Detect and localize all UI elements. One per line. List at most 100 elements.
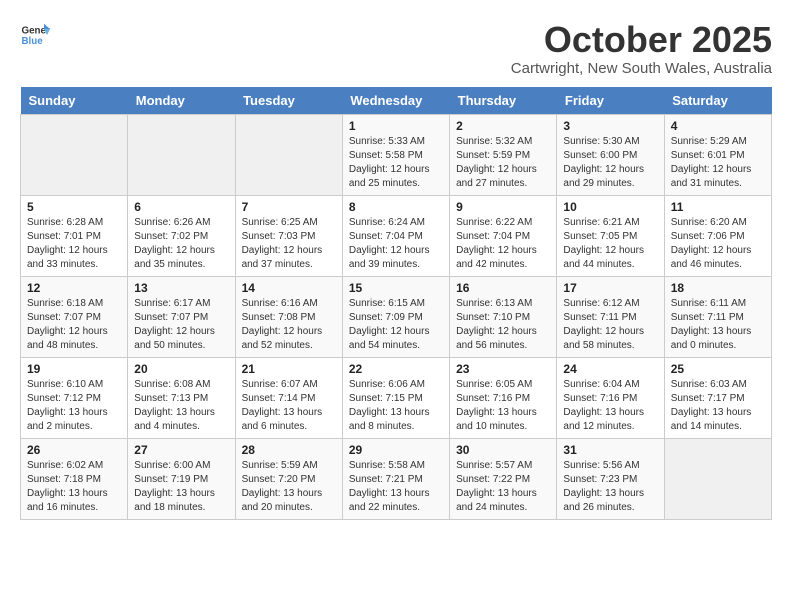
header-monday: Monday [128, 87, 235, 115]
day-cell: 30 Sunrise: 5:57 AM Sunset: 7:22 PM Dayli… [450, 438, 557, 519]
day-number: 31 [563, 443, 657, 457]
header-row: SundayMondayTuesdayWednesdayThursdayFrid… [21, 87, 772, 115]
header-friday: Friday [557, 87, 664, 115]
day-number: 7 [242, 200, 336, 214]
day-cell: 2Sunrise: 5:32 AM Sunset: 5:59 PM Daylig… [450, 114, 557, 195]
day-cell: 21Sunrise: 6:07 AM Sunset: 7:14 PM Dayli… [235, 357, 342, 438]
day-number: 13 [134, 281, 228, 295]
header-sunday: Sunday [21, 87, 128, 115]
day-number: 12 [27, 281, 121, 295]
day-info: Sunrise: 5:32 AM Sunset: 5:59 PM Dayligh… [456, 135, 550, 191]
day-info: Sunrise: 6:22 AM Sunset: 7:04 PM Dayligh… [456, 216, 550, 272]
day-number: 17 [563, 281, 657, 295]
week-row-2: 5Sunrise: 6:28 AM Sunset: 7:01 PM Daylig… [21, 195, 772, 276]
day-cell: 16Sunrise: 6:13 AM Sunset: 7:10 PM Dayli… [450, 276, 557, 357]
day-cell [21, 114, 128, 195]
week-row-4: 19 Sunrise: 6:10 AM Sunset: 7:12 PM Dayli… [21, 357, 772, 438]
day-info: Sunrise: 5:29 AM Sunset: 6:01 PM Dayligh… [671, 135, 765, 191]
day-number: 4 [671, 119, 765, 133]
day-number: 11 [671, 200, 765, 214]
day-number: 9 [456, 200, 550, 214]
day-number: 6 [134, 200, 228, 214]
day-cell: 9 Sunrise: 6:22 AM Sunset: 7:04 PM Daylig… [450, 195, 557, 276]
page-header: General Blue October 2025 Cartwright, Ne… [20, 20, 772, 77]
day-info: Sunrise: 6:05 AM Sunset: 7:16 PM Dayligh… [456, 378, 550, 434]
day-info: Sunrise: 6:26 AM Sunset: 7:02 PM Dayligh… [134, 216, 228, 272]
day-cell: 17Sunrise: 6:12 AM Sunset: 7:11 PM Dayli… [557, 276, 664, 357]
day-cell: 14 Sunrise: 6:16 AM Sunset: 7:08 PM Dayli… [235, 276, 342, 357]
day-info: Sunrise: 6:21 AM Sunset: 7:05 PM Dayligh… [563, 216, 657, 272]
day-info: Sunrise: 6:10 AM Sunset: 7:12 PM Dayligh… [27, 378, 121, 434]
header-wednesday: Wednesday [342, 87, 449, 115]
day-info: Sunrise: 6:00 AM Sunset: 7:19 PM Dayligh… [134, 459, 228, 515]
day-number: 26 [27, 443, 121, 457]
day-info: Sunrise: 6:04 AM Sunset: 7:16 PM Dayligh… [563, 378, 657, 434]
day-number: 16 [456, 281, 550, 295]
day-number: 25 [671, 362, 765, 376]
svg-text:Blue: Blue [22, 36, 44, 47]
day-cell: 6 Sunrise: 6:26 AM Sunset: 7:02 PM Daylig… [128, 195, 235, 276]
day-info: Sunrise: 5:30 AM Sunset: 6:00 PM Dayligh… [563, 135, 657, 191]
day-cell: 15Sunrise: 6:15 AM Sunset: 7:09 PM Dayli… [342, 276, 449, 357]
day-info: Sunrise: 6:08 AM Sunset: 7:13 PM Dayligh… [134, 378, 228, 434]
month-title: October 2025 [511, 20, 772, 60]
day-number: 28 [242, 443, 336, 457]
day-cell: 23Sunrise: 6:05 AM Sunset: 7:16 PM Dayli… [450, 357, 557, 438]
header-thursday: Thursday [450, 87, 557, 115]
day-cell: 4 Sunrise: 5:29 AM Sunset: 6:01 PM Daylig… [664, 114, 771, 195]
day-cell: 19 Sunrise: 6:10 AM Sunset: 7:12 PM Dayli… [21, 357, 128, 438]
day-number: 1 [349, 119, 443, 133]
day-info: Sunrise: 5:57 AM Sunset: 7:22 PM Dayligh… [456, 459, 550, 515]
day-info: Sunrise: 6:16 AM Sunset: 7:08 PM Dayligh… [242, 297, 336, 353]
day-number: 24 [563, 362, 657, 376]
day-cell: 24 Sunrise: 6:04 AM Sunset: 7:16 PM Dayli… [557, 357, 664, 438]
day-info: Sunrise: 6:02 AM Sunset: 7:18 PM Dayligh… [27, 459, 121, 515]
day-cell: 27 Sunrise: 6:00 AM Sunset: 7:19 PM Dayli… [128, 438, 235, 519]
day-cell: 3 Sunrise: 5:30 AM Sunset: 6:00 PM Daylig… [557, 114, 664, 195]
day-number: 19 [27, 362, 121, 376]
day-info: Sunrise: 6:28 AM Sunset: 7:01 PM Dayligh… [27, 216, 121, 272]
day-cell: 1 Sunrise: 5:33 AM Sunset: 5:58 PM Daylig… [342, 114, 449, 195]
day-number: 29 [349, 443, 443, 457]
day-cell: 29 Sunrise: 5:58 AM Sunset: 7:21 PM Dayli… [342, 438, 449, 519]
day-number: 3 [563, 119, 657, 133]
day-number: 21 [242, 362, 336, 376]
day-cell [664, 438, 771, 519]
day-info: Sunrise: 5:56 AM Sunset: 7:23 PM Dayligh… [563, 459, 657, 515]
day-number: 27 [134, 443, 228, 457]
week-row-3: 12 Sunrise: 6:18 AM Sunset: 7:07 PM Dayli… [21, 276, 772, 357]
title-block: October 2025 Cartwright, New South Wales… [511, 20, 772, 77]
week-row-5: 26 Sunrise: 6:02 AM Sunset: 7:18 PM Dayli… [21, 438, 772, 519]
day-info: Sunrise: 5:33 AM Sunset: 5:58 PM Dayligh… [349, 135, 443, 191]
logo: General Blue [20, 20, 50, 50]
calendar-table: SundayMondayTuesdayWednesdayThursdayFrid… [20, 87, 772, 520]
day-number: 30 [456, 443, 550, 457]
day-cell: 5Sunrise: 6:28 AM Sunset: 7:01 PM Daylig… [21, 195, 128, 276]
day-number: 14 [242, 281, 336, 295]
day-cell: 7Sunrise: 6:25 AM Sunset: 7:03 PM Daylig… [235, 195, 342, 276]
day-cell: 12 Sunrise: 6:18 AM Sunset: 7:07 PM Dayli… [21, 276, 128, 357]
day-cell: 31 Sunrise: 5:56 AM Sunset: 7:23 PM Dayli… [557, 438, 664, 519]
day-info: Sunrise: 6:17 AM Sunset: 7:07 PM Dayligh… [134, 297, 228, 353]
day-info: Sunrise: 6:06 AM Sunset: 7:15 PM Dayligh… [349, 378, 443, 434]
logo-icon: General Blue [20, 20, 50, 50]
day-info: Sunrise: 6:03 AM Sunset: 7:17 PM Dayligh… [671, 378, 765, 434]
day-number: 8 [349, 200, 443, 214]
day-cell: 22Sunrise: 6:06 AM Sunset: 7:15 PM Dayli… [342, 357, 449, 438]
day-info: Sunrise: 6:15 AM Sunset: 7:09 PM Dayligh… [349, 297, 443, 353]
day-info: Sunrise: 6:18 AM Sunset: 7:07 PM Dayligh… [27, 297, 121, 353]
day-cell [235, 114, 342, 195]
day-cell: 13 Sunrise: 6:17 AM Sunset: 7:07 PM Dayli… [128, 276, 235, 357]
week-row-1: 1 Sunrise: 5:33 AM Sunset: 5:58 PM Daylig… [21, 114, 772, 195]
day-number: 20 [134, 362, 228, 376]
day-info: Sunrise: 6:11 AM Sunset: 7:11 PM Dayligh… [671, 297, 765, 353]
day-cell [128, 114, 235, 195]
day-cell: 26 Sunrise: 6:02 AM Sunset: 7:18 PM Dayli… [21, 438, 128, 519]
day-number: 18 [671, 281, 765, 295]
day-cell: 8Sunrise: 6:24 AM Sunset: 7:04 PM Daylig… [342, 195, 449, 276]
day-cell: 20 Sunrise: 6:08 AM Sunset: 7:13 PM Dayli… [128, 357, 235, 438]
day-cell: 11Sunrise: 6:20 AM Sunset: 7:06 PM Dayli… [664, 195, 771, 276]
header-saturday: Saturday [664, 87, 771, 115]
day-info: Sunrise: 5:58 AM Sunset: 7:21 PM Dayligh… [349, 459, 443, 515]
day-cell: 10Sunrise: 6:21 AM Sunset: 7:05 PM Dayli… [557, 195, 664, 276]
